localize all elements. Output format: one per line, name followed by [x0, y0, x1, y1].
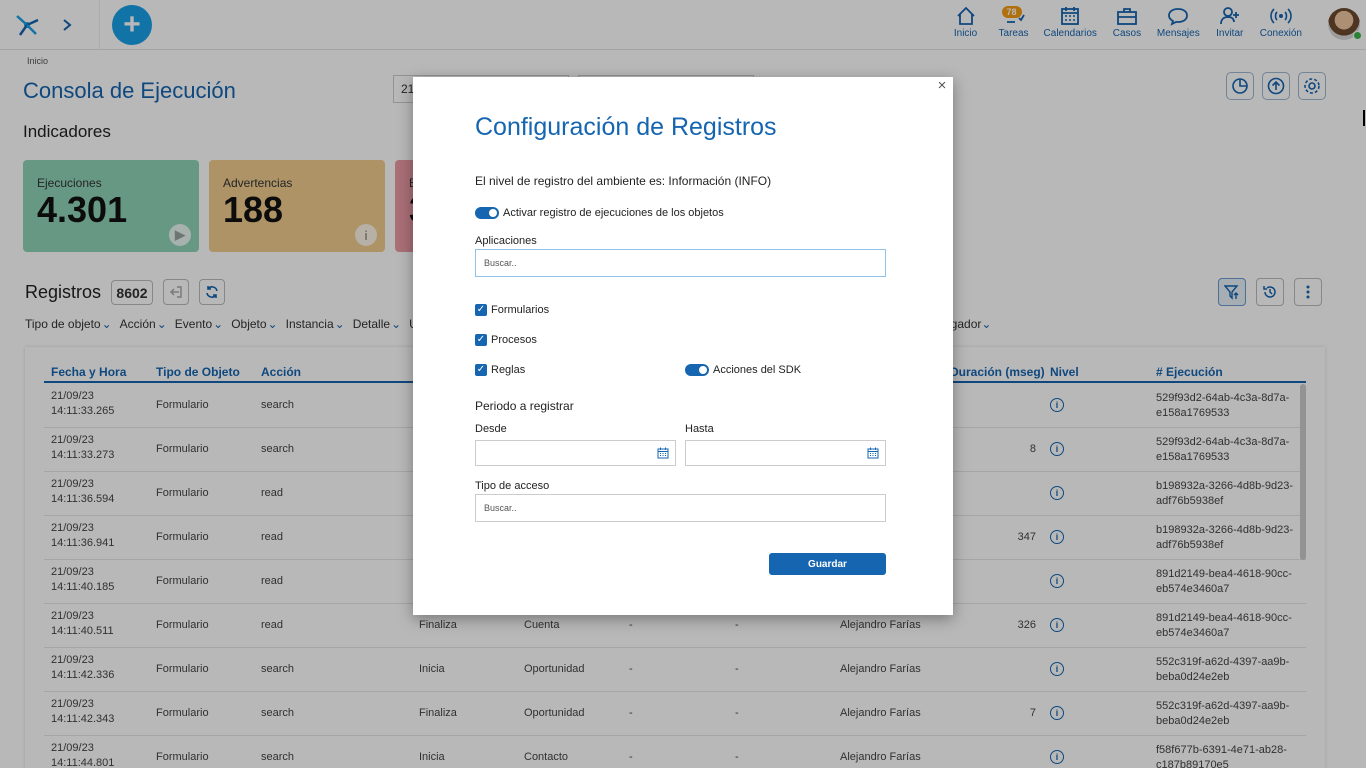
- access-type-label: Tipo de acceso: [475, 480, 550, 492]
- reglas-label: Reglas: [491, 364, 526, 376]
- procesos-checkbox[interactable]: ✓: [475, 334, 487, 346]
- from-label: Desde: [475, 423, 507, 435]
- formularios-checkbox[interactable]: ✓: [475, 304, 487, 316]
- save-button[interactable]: Guardar: [769, 553, 886, 575]
- apps-search-input[interactable]: Buscar..: [475, 249, 886, 277]
- calendar-icon[interactable]: [867, 447, 879, 459]
- config-registros-modal: × Configuración de Registros El nivel de…: [413, 77, 953, 615]
- period-title: Periodo a registrar: [475, 399, 574, 413]
- close-icon[interactable]: ×: [935, 78, 949, 93]
- activate-log-label: Activar registro de ejecuciones de los o…: [503, 207, 724, 219]
- text-cursor: [1363, 110, 1365, 126]
- procesos-label: Procesos: [491, 334, 537, 346]
- from-date-input[interactable]: [475, 440, 676, 466]
- sdk-actions-label: Acciones del SDK: [713, 364, 802, 376]
- formularios-label: Formularios: [491, 304, 550, 316]
- to-label: Hasta: [685, 423, 714, 435]
- modal-title: Configuración de Registros: [475, 113, 777, 141]
- activate-log-toggle[interactable]: [475, 207, 499, 219]
- apps-label: Aplicaciones: [475, 235, 537, 247]
- access-type-search-input[interactable]: Buscar..: [475, 494, 886, 522]
- to-date-input[interactable]: [685, 440, 886, 466]
- reglas-checkbox[interactable]: ✓: [475, 364, 487, 376]
- sdk-actions-toggle[interactable]: [685, 364, 709, 376]
- log-level-text: El nivel de registro del ambiente es: In…: [475, 174, 772, 188]
- calendar-icon[interactable]: [657, 447, 669, 459]
